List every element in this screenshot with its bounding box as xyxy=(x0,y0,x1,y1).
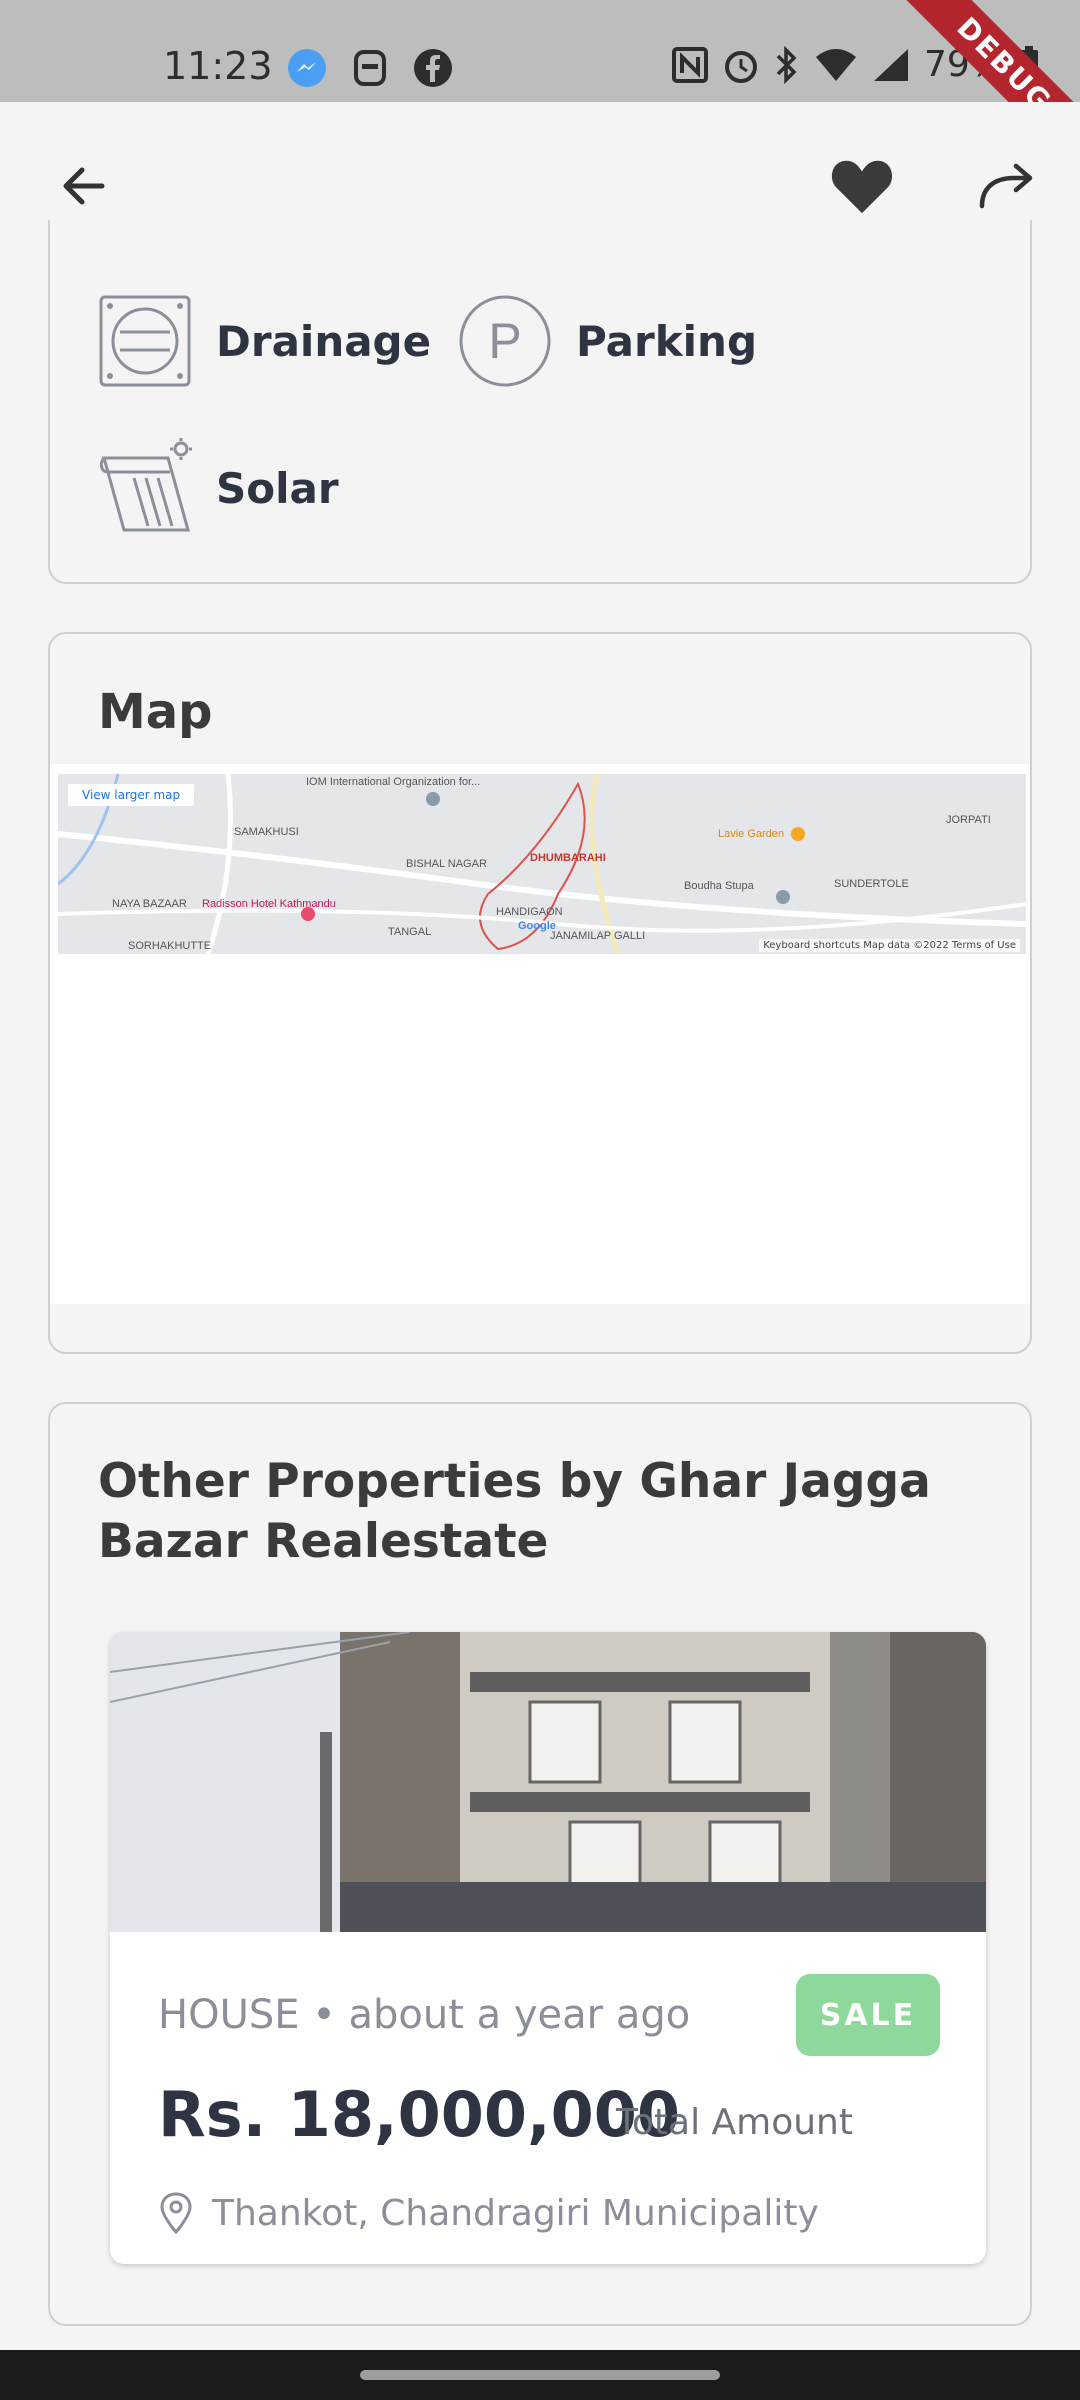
map-label: SORHAKHUTTE xyxy=(128,940,212,952)
map-label: HANDIGAON xyxy=(496,906,563,918)
amenity-drainage: Drainage xyxy=(98,294,431,388)
location-pin-icon xyxy=(160,2192,192,2234)
view-larger-map-link[interactable]: View larger map xyxy=(68,784,195,806)
map-card: Map View larger map IOM International Or… xyxy=(48,632,1032,1354)
property-type-date: HOUSE • about a year ago xyxy=(158,1992,691,2038)
map-label: JANAMILAP GALLI xyxy=(550,930,646,942)
system-nav-bar xyxy=(0,2350,1080,2400)
map-label: Boudha Stupa xyxy=(684,880,754,892)
house-illustration xyxy=(110,1632,986,1932)
map-label: SUNDERTOLE xyxy=(834,878,909,890)
amenity-label: Solar xyxy=(216,463,339,513)
map-label: BISHAL NAGAR xyxy=(406,858,487,870)
bluetooth-icon xyxy=(776,45,797,84)
amenities-card: Drainage P Parking Solar xyxy=(48,220,1032,584)
map-label: IOM International Organization for... xyxy=(306,776,481,788)
property-location: Thankot, Chandragiri Municipality xyxy=(158,2192,819,2234)
sale-badge: SALE xyxy=(796,1974,940,2056)
property-card[interactable]: HOUSE • about a year ago SALE Rs. 18,000… xyxy=(110,1632,986,2264)
google-map[interactable]: View larger map IOM International Organi… xyxy=(58,774,1026,954)
sim-icon xyxy=(352,48,388,92)
map-label: Radisson Hotel Kathmandu xyxy=(202,898,336,910)
status-time: 11:23 xyxy=(163,44,273,88)
map-attribution[interactable]: Keyboard shortcuts Map data ©2022 Terms … xyxy=(759,939,1020,952)
signal-icon xyxy=(873,48,908,81)
property-price: Rs. 18,000,000 xyxy=(158,2078,681,2151)
favorite-button[interactable] xyxy=(830,154,894,218)
map-container: View larger map IOM International Organi… xyxy=(50,764,1030,1304)
arrow-left-icon xyxy=(63,167,105,205)
heart-icon xyxy=(831,160,893,214)
map-label: SAMAKHUSI xyxy=(234,826,299,838)
alarm-icon xyxy=(724,50,757,83)
amenity-label: Drainage xyxy=(216,316,432,366)
amenity-parking: P Parking xyxy=(458,294,757,388)
map-title: Map xyxy=(98,684,213,740)
amenity-solar: Solar xyxy=(98,438,339,538)
share-button[interactable] xyxy=(974,154,1038,218)
parking-icon: P xyxy=(459,295,551,387)
map-label: NAYA BAZAAR xyxy=(112,898,187,910)
svg-text:P: P xyxy=(488,313,521,369)
other-properties-title: Other Properties by Ghar Jagga Bazar Rea… xyxy=(98,1454,931,1569)
map-label: TANGAL xyxy=(388,926,432,938)
share-icon xyxy=(979,163,1033,209)
other-properties-card: Other Properties by Ghar Jagga Bazar Rea… xyxy=(48,1402,1032,2326)
location-text: Thankot, Chandragiri Municipality xyxy=(212,2192,819,2234)
messenger-icon xyxy=(287,48,327,92)
amenity-label: Parking xyxy=(576,316,758,366)
property-photo xyxy=(110,1632,986,1932)
back-button[interactable] xyxy=(52,154,116,218)
drainage-icon xyxy=(99,295,191,387)
map-label: Lavie Garden xyxy=(718,828,785,840)
price-label: Total Amount xyxy=(616,2102,853,2143)
google-logo: Google xyxy=(518,920,556,932)
map-label: DHUMBARAHI xyxy=(530,852,606,864)
facebook-icon xyxy=(413,48,453,92)
status-bar: 11:23 79% DEBUG xyxy=(0,0,1080,181)
home-gesture-handle[interactable] xyxy=(360,2370,720,2380)
solar-icon xyxy=(99,438,192,532)
nfc-icon xyxy=(671,46,708,83)
map-label: JORPATI xyxy=(946,814,991,826)
wifi-icon xyxy=(815,48,856,81)
